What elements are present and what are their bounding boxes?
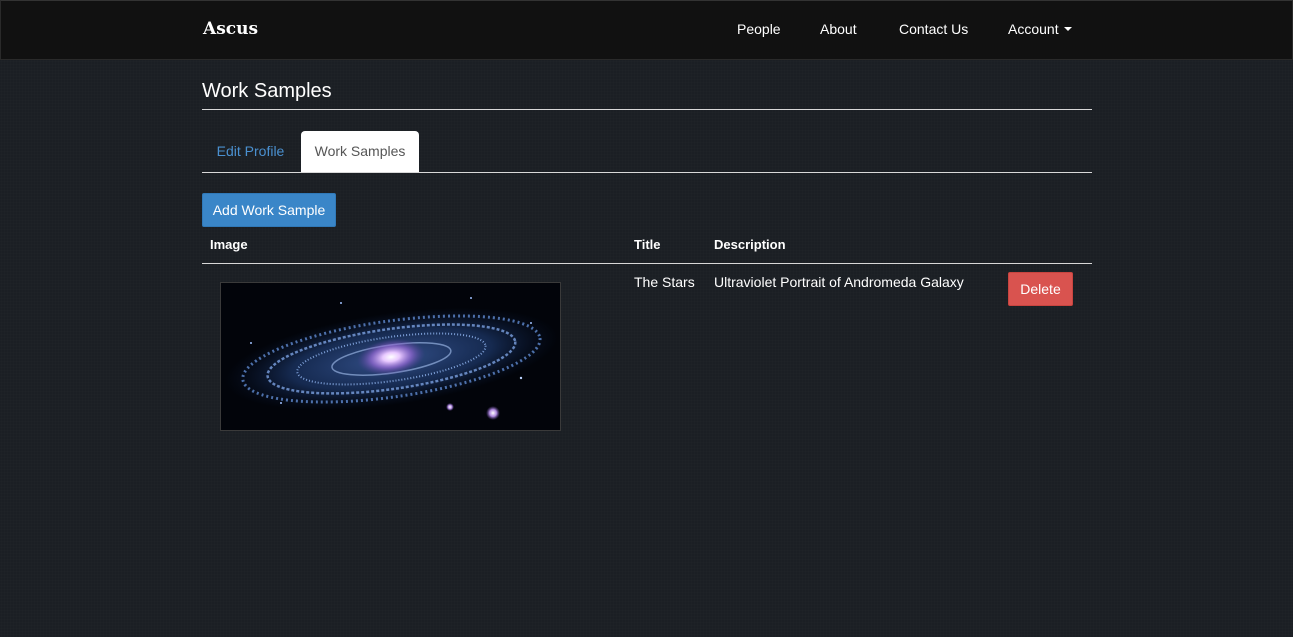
nav-people[interactable]: People [737, 21, 781, 37]
nav-contact-us[interactable]: Contact Us [899, 21, 968, 37]
add-work-sample-button[interactable]: Add Work Sample [202, 193, 336, 227]
delete-button[interactable]: Delete [1008, 272, 1073, 306]
tabs-divider [202, 172, 1092, 173]
nav-about[interactable]: About [820, 21, 857, 37]
brand-logo[interactable]: Ascus [203, 19, 258, 39]
column-header-image: Image [210, 237, 248, 252]
top-navbar: Ascus People About Contact Us Account [0, 0, 1293, 60]
sample-title: The Stars [634, 274, 695, 290]
tab-work-samples[interactable]: Work Samples [301, 131, 419, 173]
galaxy-image-graphic [221, 283, 560, 430]
column-header-description: Description [714, 237, 786, 252]
page-title: Work Samples [202, 80, 332, 102]
column-header-title: Title [634, 237, 661, 252]
title-divider [202, 109, 1092, 110]
sample-description: Ultraviolet Portrait of Andromeda Galaxy [714, 274, 964, 290]
chevron-down-icon [1063, 27, 1072, 32]
nav-account-dropdown[interactable]: Account [1008, 21, 1072, 37]
tab-edit-profile[interactable]: Edit Profile [202, 131, 299, 172]
galaxy-image [220, 282, 561, 431]
table-header-divider [202, 263, 1092, 264]
nav-account-label: Account [1008, 21, 1059, 37]
